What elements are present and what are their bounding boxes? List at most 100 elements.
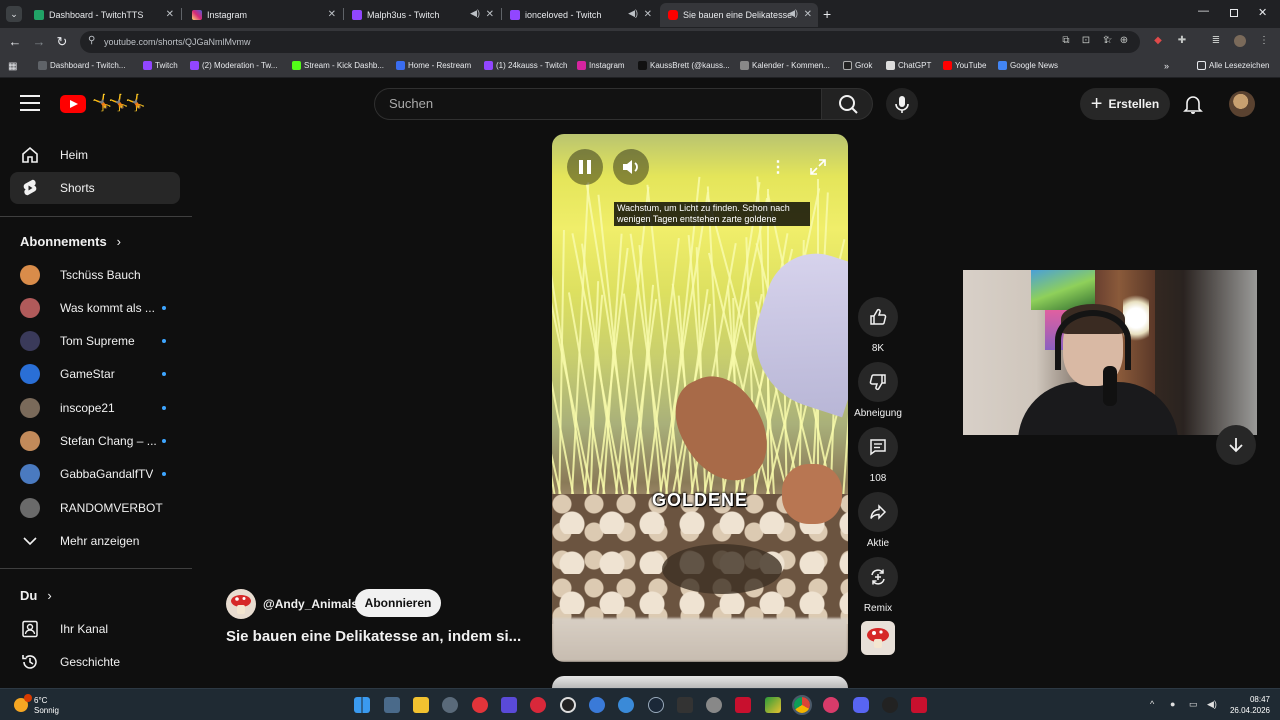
close-tab-icon[interactable]: ✕ [804, 9, 812, 20]
remix-button[interactable] [858, 557, 898, 597]
app-icon[interactable] [706, 697, 722, 713]
comments-button[interactable] [858, 427, 898, 467]
translate-icon[interactable]: ⧉ [1060, 35, 1072, 47]
youtube-logo-icon[interactable] [60, 95, 86, 113]
audio-playing-icon[interactable]: ◀) [470, 8, 480, 19]
install-app-icon[interactable]: ⊡ [1080, 35, 1092, 47]
shorts-video-player[interactable]: Wachstum, um Licht zu finden. Schon nach… [552, 134, 848, 662]
apps-grid-icon[interactable]: ▦ [8, 61, 17, 72]
file-explorer-icon[interactable] [413, 697, 429, 713]
bookmark-item[interactable]: (1) 24kauss - Twitch [484, 61, 567, 70]
create-button[interactable]: + Erstellen [1080, 88, 1170, 120]
you-heading[interactable]: Du › [20, 588, 52, 603]
bookmark-item[interactable]: Kalender - Kommen... [740, 61, 830, 70]
voice-search-button[interactable] [886, 88, 918, 120]
sidebar-item-home[interactable]: Heim [10, 139, 180, 171]
menu-icon[interactable]: ⋮ [1258, 35, 1270, 47]
search-button[interactable] [821, 88, 873, 120]
subscription-item[interactable]: RANDOMVERBOT [10, 492, 180, 524]
bookmark-item[interactable]: Stream - Kick Dashb... [292, 61, 384, 70]
steam-icon[interactable] [648, 697, 664, 713]
minimize-window-button[interactable]: — [1198, 5, 1209, 17]
more-bookmarks-icon[interactable]: » [1164, 61, 1169, 71]
forward-icon[interactable]: → [31, 34, 47, 49]
bookmark-item[interactable]: ChatGPT [886, 61, 931, 70]
chrome-icon[interactable] [792, 695, 812, 715]
hamburger-menu-icon[interactable] [20, 95, 40, 113]
app-icon[interactable] [677, 697, 693, 713]
subscription-item[interactable]: Tom Supreme [10, 325, 180, 357]
profile-avatar-icon[interactable] [1234, 35, 1246, 47]
mic-tray-icon[interactable]: ● [1170, 699, 1175, 709]
channel-avatar[interactable] [226, 589, 256, 619]
streaming-app-icon[interactable] [472, 697, 488, 713]
pause-button[interactable] [567, 149, 603, 185]
bookmark-item[interactable]: Instagram [577, 61, 625, 70]
youtube-doodle-icon[interactable]: 🤸🤸🤸 [92, 93, 146, 113]
tab-search-icon[interactable]: ≣ [1210, 35, 1222, 47]
app-icon[interactable] [735, 697, 751, 713]
subscription-item[interactable]: Tschüss Bauch [10, 259, 180, 291]
obs-icon[interactable] [560, 697, 576, 713]
short-title[interactable]: Sie bauen eine Delikatesse an, indem si.… [226, 628, 521, 645]
extension-icon[interactable]: ◆ [1152, 35, 1164, 47]
bookmark-star-icon[interactable]: ☆ [1102, 35, 1114, 47]
account-avatar[interactable] [1229, 91, 1255, 117]
close-tab-icon[interactable]: ✕ [486, 9, 494, 20]
subscriptions-heading[interactable]: Abonnements › [20, 234, 121, 249]
close-tab-icon[interactable]: ✕ [328, 9, 336, 20]
bookmark-item[interactable]: KaussBrett (@kauss... [638, 61, 730, 70]
all-bookmarks-folder[interactable]: Alle Lesezeichen [1197, 61, 1269, 70]
volume-tray-icon[interactable]: ◀) [1207, 699, 1217, 710]
like-button[interactable] [858, 297, 898, 337]
fullscreen-button[interactable] [800, 149, 836, 185]
subscription-item[interactable]: Stefan Chang – ... [10, 425, 180, 457]
subscribe-button[interactable]: Abonnieren [355, 589, 441, 617]
zoom-icon[interactable]: ⊕ [1118, 35, 1130, 47]
search-input[interactable] [389, 96, 789, 111]
app-icon[interactable] [882, 697, 898, 713]
volume-button[interactable] [613, 149, 649, 185]
browser-tab-dashboard[interactable]: Dashboard - TwitchTTS ✕ [26, 3, 180, 27]
next-short-button[interactable] [1216, 425, 1256, 465]
bookmark-item[interactable]: Home - Restream [396, 61, 471, 70]
back-icon[interactable]: ← [7, 34, 23, 49]
reload-icon[interactable]: ↻ [54, 34, 70, 50]
site-info-icon[interactable]: ⚲ [88, 35, 95, 46]
close-window-button[interactable]: ✕ [1258, 6, 1267, 19]
subscription-item[interactable]: inscope21 [10, 392, 180, 424]
restore-window-button[interactable] [1230, 9, 1238, 17]
browser-tab-youtube-active[interactable]: Sie bauen eine Delikatesse ◀) ✕ [660, 3, 818, 27]
app-icon[interactable] [823, 697, 839, 713]
app-icon[interactable] [589, 697, 605, 713]
app-icon[interactable] [911, 697, 927, 713]
discord-icon[interactable] [853, 697, 869, 713]
bookmark-item[interactable]: Twitch [143, 61, 178, 70]
sidebar-item-history[interactable]: Geschichte [10, 646, 180, 678]
audio-playing-icon[interactable]: ◀) [628, 8, 638, 19]
browser-tab-instagram[interactable]: Instagram ✕ [184, 3, 342, 27]
network-tray-icon[interactable]: ▭ [1189, 699, 1198, 710]
sidebar-item-your-channel[interactable]: Ihr Kanal [10, 613, 180, 645]
subscription-item[interactable]: Was kommt als ... [10, 292, 180, 324]
notifications-bell-icon[interactable] [1181, 92, 1205, 116]
calculator-icon[interactable] [384, 697, 400, 713]
mouse-app-icon[interactable] [442, 697, 458, 713]
browser-tab-malph3us[interactable]: Malph3us - Twitch ◀) ✕ [344, 3, 500, 27]
channel-name[interactable]: @Andy_Animals [263, 597, 358, 611]
bookmark-item[interactable]: YouTube [943, 61, 986, 70]
extensions-puzzle-icon[interactable]: ✚ [1176, 35, 1188, 47]
subscription-item[interactable]: GabbaGandalfTV [10, 458, 180, 490]
original-audio-thumbnail[interactable] [861, 621, 895, 655]
new-tab-button[interactable]: + [823, 6, 831, 22]
windows-start-icon[interactable] [354, 697, 370, 713]
bookmark-item[interactable]: Dashboard - Twitch... [38, 61, 125, 70]
address-bar[interactable]: ⚲ youtube.com/shorts/QJGaNmlMvmw [80, 31, 1140, 53]
audio-playing-icon[interactable]: ◀) [788, 8, 798, 19]
bookmark-item[interactable]: Grok [843, 61, 872, 70]
app-icon[interactable] [618, 697, 634, 713]
browser-tab-ionceloved[interactable]: ionceloved - Twitch ◀) ✕ [502, 3, 658, 27]
show-hidden-icons[interactable]: ^ [1150, 699, 1154, 709]
bookmark-item[interactable]: (2) Moderation - Tw... [190, 61, 277, 70]
close-tab-icon[interactable]: ✕ [166, 9, 174, 20]
